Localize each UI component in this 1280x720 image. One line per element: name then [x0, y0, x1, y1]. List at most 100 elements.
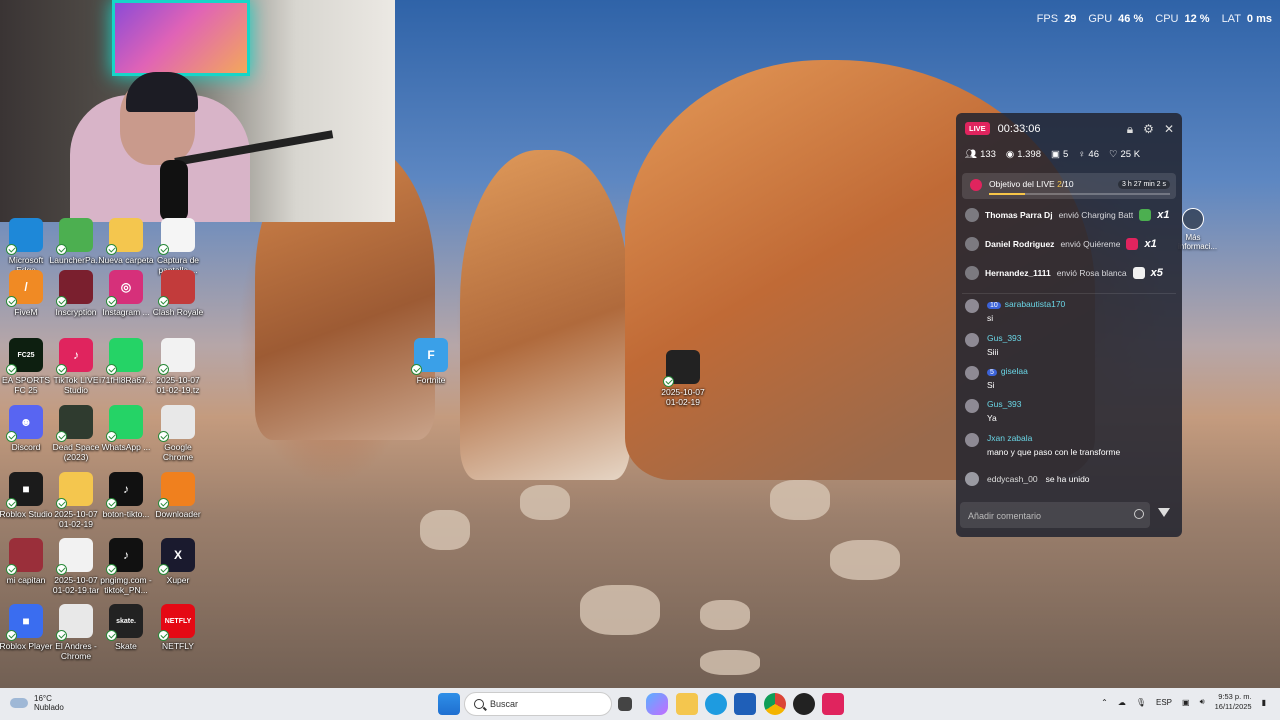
sync-check-icon	[158, 498, 169, 509]
desktop-icon[interactable]: Google Chrome	[150, 405, 206, 462]
desktop-icon[interactable]: NETFLY NETFLY	[150, 604, 206, 651]
app-icon	[56, 270, 93, 307]
search-icon	[474, 699, 484, 709]
onedrive-icon[interactable]: ☁	[1118, 698, 1126, 707]
comment-box	[960, 502, 1150, 528]
close-icon[interactable]: ✕	[1164, 122, 1174, 137]
sync-check-icon	[158, 564, 169, 575]
sync-check-icon	[56, 564, 67, 575]
desktop-icon[interactable]: Inscryption	[48, 270, 104, 317]
settings-icon[interactable]: ⚙	[1143, 122, 1154, 137]
sync-check-icon	[106, 296, 117, 307]
desktop-icon[interactable]: 2025-10-07 01-02-19.tar	[48, 538, 104, 595]
file-explorer-icon[interactable]	[676, 693, 698, 715]
desktop-icon-label: 2025-10-07 01-02-19	[54, 509, 98, 529]
desktop-icon[interactable]: mi capitan	[0, 538, 54, 585]
comment-input[interactable]	[966, 506, 1130, 526]
chat-username[interactable]: Gus_393	[987, 399, 1022, 409]
edge-icon[interactable]	[705, 693, 727, 715]
desktop-icon[interactable]: ■ Roblox Player	[0, 604, 54, 651]
desktop-icon[interactable]: FC25 EA SPORTS FC 25	[0, 338, 54, 395]
desktop-icon[interactable]: / FiveM	[0, 270, 54, 317]
system-tray: ⌃ ☁ 🎙︎ ESP ▣ 🔊︎ 9:53 p. m. 16/11/2025 ▮	[1101, 692, 1266, 712]
desktop-icon[interactable]: X Xuper	[150, 538, 206, 585]
desktop-icon[interactable]: ♪ pngimg.com - tiktok_PN...	[98, 538, 154, 595]
sync-check-icon	[106, 431, 117, 442]
weather-widget[interactable]: 16°C Nublado	[10, 694, 64, 712]
emoji-icon[interactable]	[1134, 509, 1144, 519]
desktop-icon[interactable]: ■ Roblox Studio	[0, 472, 54, 519]
tiktok-live-panel: LIVE 00:33:06 🔒︎ ⚙ ✕ 👥︎ 133 ◉ 1.398 ▣ 5 ♀ 46…	[956, 113, 1182, 537]
tiktok-live-studio-icon[interactable]	[822, 693, 844, 715]
app-icon	[56, 472, 93, 509]
chat-username[interactable]: 10 sarabautista170	[987, 299, 1065, 309]
desktop-icon[interactable]: i71fHl8Ra67...	[98, 338, 154, 385]
windows-start-icon[interactable]	[438, 693, 460, 715]
gift-icon	[1126, 238, 1139, 250]
search-box[interactable]: Buscar	[464, 692, 612, 716]
store-icon[interactable]	[734, 693, 756, 715]
sync-check-icon	[158, 431, 169, 442]
desktop-icon[interactable]: ♪ TikTok LIVE Studio	[48, 338, 104, 395]
sync-check-icon	[56, 630, 67, 641]
desktop-icon[interactable]: F Fortnite	[403, 338, 459, 385]
lock-icon[interactable]: 🔒︎	[1127, 122, 1133, 137]
desktop-icon[interactable]: Microsoft Edge	[0, 218, 54, 275]
chat-username[interactable]: Gus_393	[987, 333, 1022, 343]
desktop-icon[interactable]: Captura de pantalla ...	[150, 218, 206, 275]
app-icon: ♪	[106, 538, 143, 575]
chevron-up-icon[interactable]: ⌃	[1101, 698, 1108, 707]
send-icon[interactable]	[1158, 508, 1170, 517]
app-icon: F	[411, 338, 448, 375]
desktop-icon[interactable]: 2025-10-07 01-02-19	[48, 472, 104, 529]
cloud-icon	[10, 698, 28, 708]
network-icon[interactable]: ▣	[1182, 698, 1190, 707]
desktop-icon[interactable]: 2025-10-07 01-02-19	[655, 350, 711, 407]
live-stats: 👥︎ 133 ◉ 1.398 ▣ 5 ♀ 46 ♡ 25 K	[965, 149, 1140, 160]
gift-event: Hernandez_1111 envió Rosa blanca x5	[965, 266, 1175, 280]
desktop-icon[interactable]: WhatsApp ...	[98, 405, 154, 452]
language-indicator[interactable]: ESP	[1156, 698, 1172, 707]
app-icon: ♪	[106, 472, 143, 509]
volume-icon[interactable]: 🔊︎	[1200, 697, 1205, 707]
desktop-icon[interactable]: 2025-10-07 01-02-19.tz	[150, 338, 206, 395]
desktop-icon-label: Inscryption	[55, 307, 97, 317]
copilot-icon[interactable]	[646, 693, 668, 715]
desktop-icon[interactable]: ☻ Discord	[0, 405, 54, 452]
desktop-icon-label: pngimg.com - tiktok_PN...	[100, 575, 152, 595]
sync-check-icon	[6, 498, 17, 509]
desktop-icon-label: Nueva carpeta	[98, 255, 154, 265]
more-info-shortcut[interactable]: Más informaci...	[1178, 208, 1217, 251]
notification-icon[interactable]: ▮	[1262, 698, 1266, 707]
desktop-icon[interactable]: skate. Skate	[98, 604, 154, 651]
goal-time-left: 3 h 27 min 2 s	[1118, 180, 1170, 189]
desktop-icon-label: Dead Space (2023)	[52, 442, 100, 462]
desktop-icon[interactable]: Clash Royale	[150, 270, 206, 317]
sync-check-icon	[158, 296, 169, 307]
sync-check-icon	[106, 498, 117, 509]
chat-username[interactable]: 5 giselaa	[987, 366, 1028, 376]
desktop-icon[interactable]: LauncherPa...	[48, 218, 104, 265]
chrome-icon[interactable]	[764, 693, 786, 715]
app-icon	[158, 405, 195, 442]
desktop-icon[interactable]: Nueva carpeta	[98, 218, 154, 265]
desktop-icon[interactable]: ♪ boton-tikto...	[98, 472, 154, 519]
desktop-icon[interactable]: El Andres - Chrome	[48, 604, 104, 661]
app-icon	[158, 472, 195, 509]
app-icon: ☻	[6, 405, 43, 442]
gift-icon	[1139, 209, 1152, 221]
desktop-icon[interactable]: Downloader	[150, 472, 206, 519]
obs-icon[interactable]	[793, 693, 815, 715]
clock[interactable]: 9:53 p. m. 16/11/2025	[1215, 692, 1252, 712]
desktop-icon[interactable]: Dead Space (2023)	[48, 405, 104, 462]
microphone-icon[interactable]: 🎙︎	[1136, 698, 1146, 707]
app-icon: skate.	[106, 604, 143, 641]
live-goal[interactable]: Objetivo del LIVE 2/10 3 h 27 min 2 s	[962, 173, 1176, 199]
app-icon: FC25	[6, 338, 43, 375]
views-stat: ◉ 1.398	[1005, 149, 1041, 160]
chat-username[interactable]: Jxan zabala	[987, 433, 1032, 443]
avatar	[965, 472, 979, 486]
task-view-icon[interactable]	[618, 697, 632, 711]
desktop-icon[interactable]: ◎ Instagram ...	[98, 270, 154, 317]
app-icon	[106, 405, 143, 442]
